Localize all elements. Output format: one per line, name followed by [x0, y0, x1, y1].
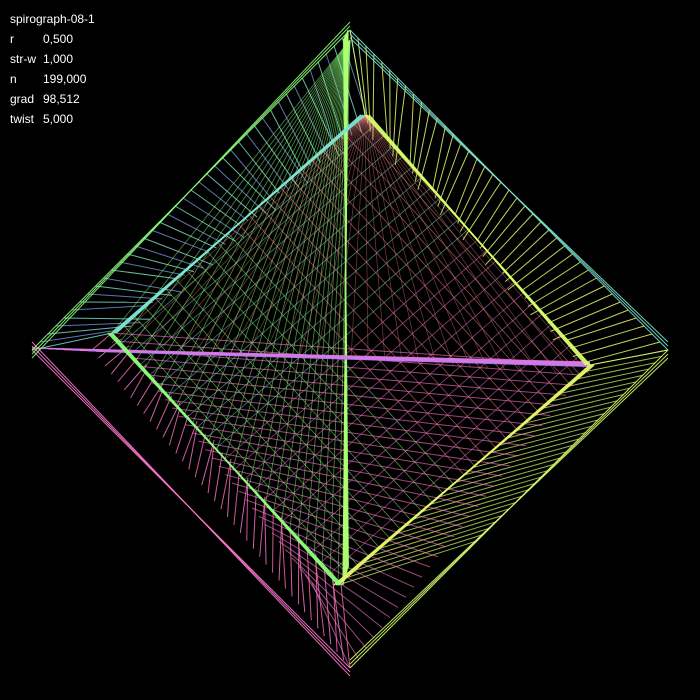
param-value: 5,000 — [43, 112, 74, 126]
right-fan — [337, 29, 669, 586]
param-row-r: r 0,500 — [10, 29, 95, 49]
lower-fan — [91, 332, 591, 669]
param-label: twist — [10, 112, 34, 126]
inner-mesh — [111, 39, 591, 586]
param-row-twist: twist 5,000 — [10, 109, 95, 129]
param-row-str-w: str-w 1,000 — [10, 49, 95, 69]
spirograph-drawing — [31, 21, 669, 677]
param-value: 199,000 — [43, 72, 87, 86]
sketch-title: spirograph-08-1 — [10, 12, 95, 26]
param-value: 98,512 — [43, 92, 80, 106]
param-row-n: n 199,000 — [10, 69, 95, 89]
param-label: n — [10, 72, 17, 86]
param-value: 0,500 — [43, 32, 74, 46]
param-row-grad: grad 98,512 — [10, 89, 95, 109]
param-label: grad — [10, 92, 35, 106]
param-label: str-w — [10, 52, 36, 66]
parameter-readout: spirograph-08-1 r 0,500 str-w 1,000 n 19… — [10, 9, 95, 129]
param-label: r — [10, 32, 14, 46]
param-value: 1,000 — [43, 52, 74, 66]
spirograph-canvas — [0, 0, 700, 700]
